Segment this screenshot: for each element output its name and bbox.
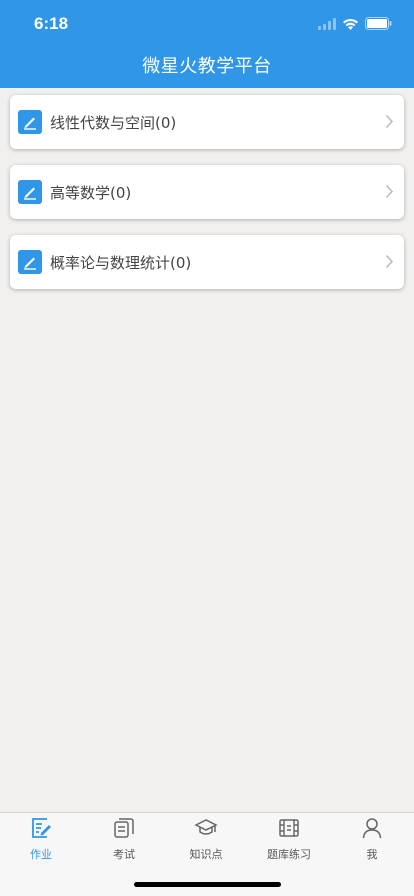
battery-icon	[365, 15, 392, 34]
status-icons	[318, 15, 392, 34]
course-list: 线性代数与空间(0) 高等数学(0) 概率论与数理统计(0)	[10, 95, 404, 305]
chevron-right-icon	[385, 114, 394, 133]
graduation-cap-icon	[194, 817, 218, 843]
tab-label: 知识点	[189, 848, 223, 861]
tab-label: 考试	[113, 848, 135, 861]
tab-me[interactable]: 我	[337, 817, 407, 861]
signal-icon	[318, 15, 336, 34]
homework-icon	[30, 817, 52, 843]
course-label: 线性代数与空间(0)	[50, 113, 177, 132]
edit-icon	[18, 180, 42, 204]
course-item-linear-algebra[interactable]: 线性代数与空间(0)	[10, 95, 404, 149]
tab-homework[interactable]: 作业	[6, 817, 76, 861]
film-icon	[278, 817, 300, 843]
chevron-right-icon	[385, 184, 394, 203]
tab-label: 题库练习	[267, 848, 311, 861]
edit-icon	[18, 110, 42, 134]
home-indicator[interactable]	[134, 882, 281, 887]
tab-question-bank[interactable]: 题库练习	[254, 817, 324, 861]
course-item-advanced-math[interactable]: 高等数学(0)	[10, 165, 404, 219]
app-header: 6:18 微星火教学平台	[0, 0, 414, 88]
course-item-probability[interactable]: 概率论与数理统计(0)	[10, 235, 404, 289]
wifi-icon	[342, 15, 359, 34]
tab-label: 我	[366, 848, 378, 861]
tab-knowledge[interactable]: 知识点	[171, 817, 241, 861]
status-bar: 6:18	[0, 0, 414, 44]
course-label: 高等数学(0)	[50, 183, 132, 202]
exam-icon	[113, 817, 135, 843]
chevron-right-icon	[385, 254, 394, 273]
page-title: 微星火教学平台	[142, 56, 272, 77]
course-label: 概率论与数理统计(0)	[50, 253, 192, 272]
edit-icon	[18, 250, 42, 274]
tab-exam[interactable]: 考试	[89, 817, 159, 861]
person-icon	[361, 817, 383, 843]
status-time: 6:18	[34, 14, 69, 33]
tab-label: 作业	[30, 848, 52, 861]
